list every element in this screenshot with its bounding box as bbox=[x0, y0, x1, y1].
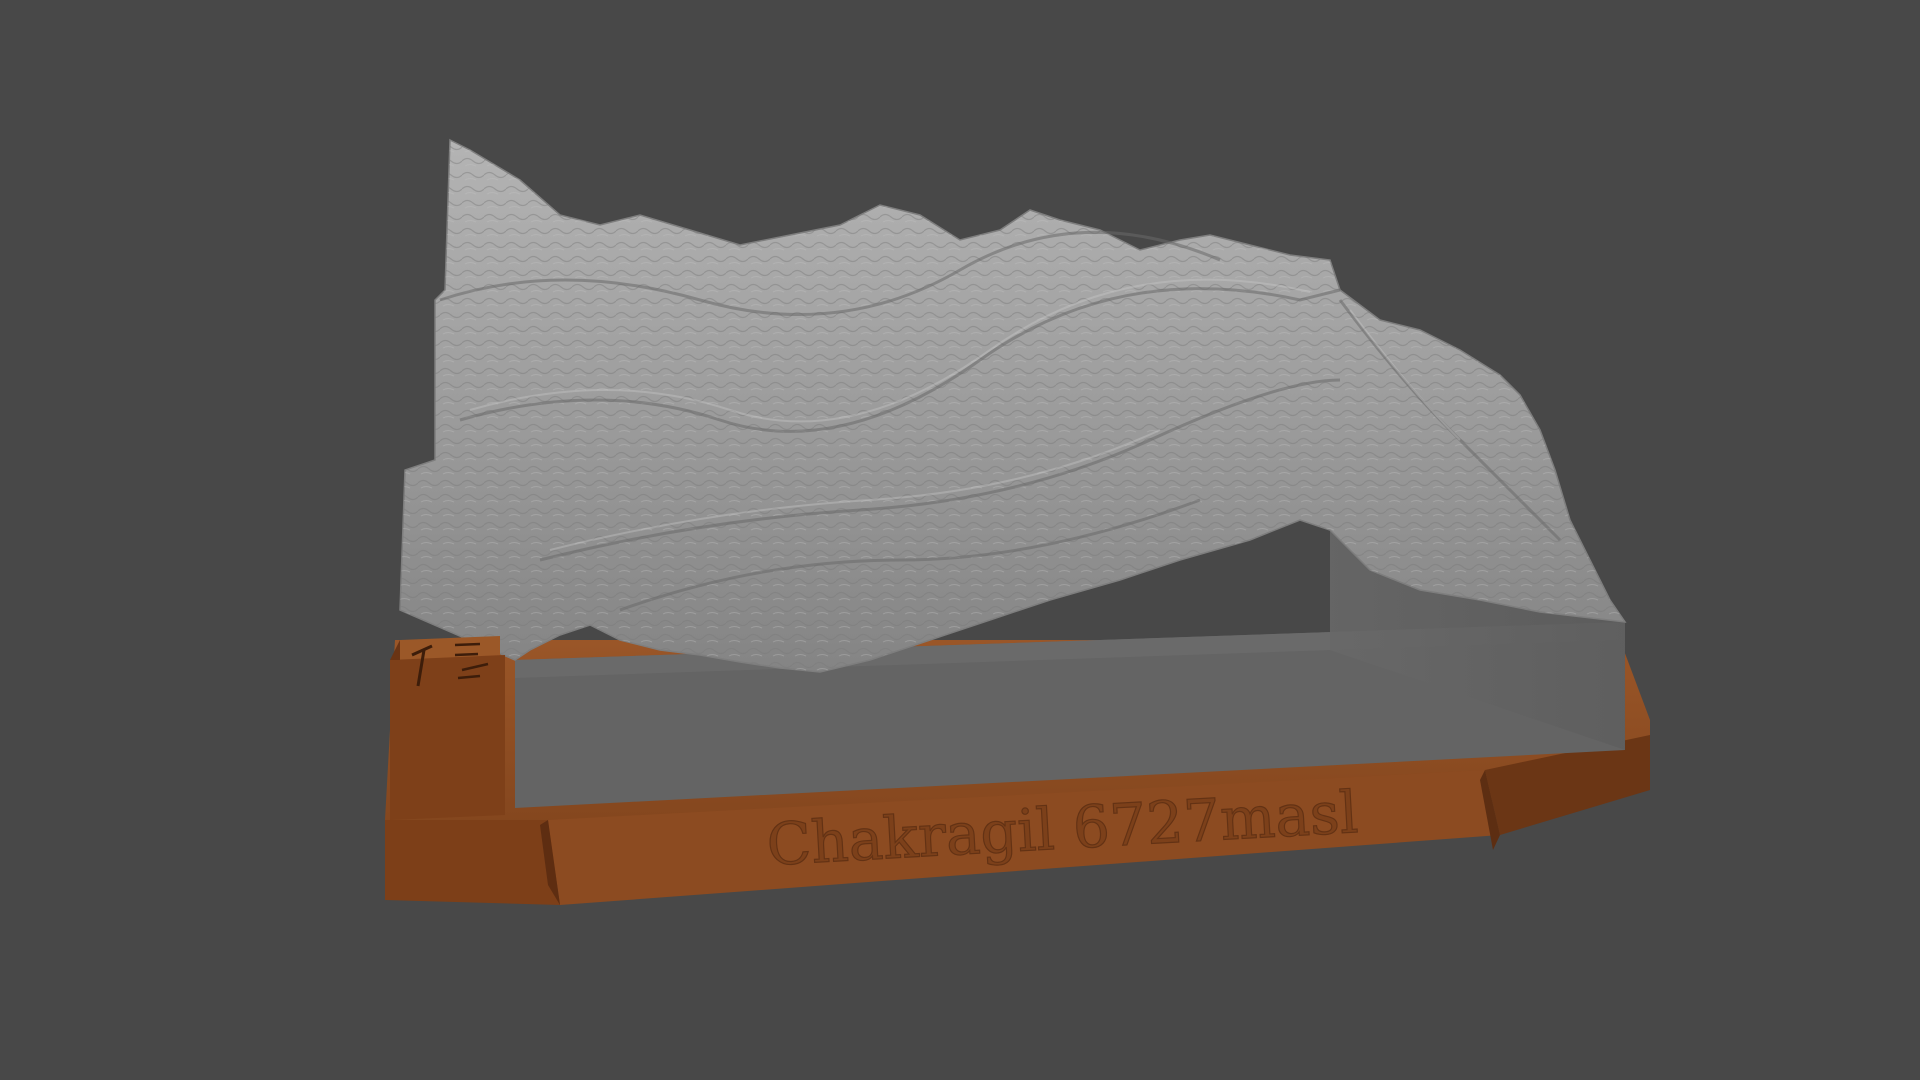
model-render: Chakragil 6727masl bbox=[385, 138, 1650, 905]
badge-block-front bbox=[390, 655, 505, 820]
3d-viewport[interactable]: Chakragil 6727masl bbox=[0, 0, 1920, 1080]
base-front bbox=[385, 820, 560, 905]
